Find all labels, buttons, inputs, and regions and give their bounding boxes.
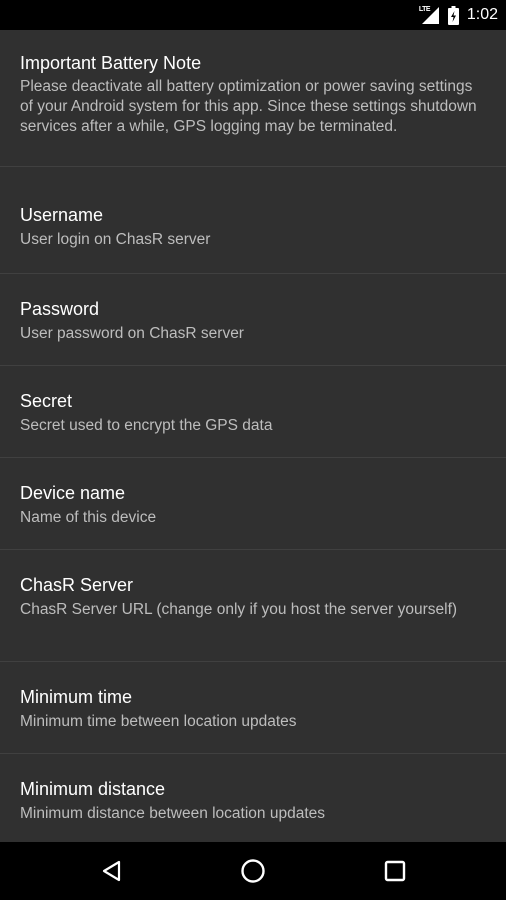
home-circle-icon bbox=[241, 859, 265, 883]
back-triangle-icon bbox=[102, 860, 121, 882]
pref-summary: User password on ChasR server bbox=[20, 325, 244, 342]
status-clock: 1:02 bbox=[466, 6, 498, 23]
battery-note-title: Important Battery Note bbox=[20, 53, 202, 73]
lte-signal-icon: LTE bbox=[418, 5, 440, 25]
pref-summary: Name of this device bbox=[20, 509, 157, 526]
network-type-label: LTE bbox=[418, 6, 431, 13]
battery-note-summary: Please deactivate all battery optimizati… bbox=[20, 78, 477, 135]
pref-secret[interactable]: Secret Secret used to encrypt the GPS da… bbox=[0, 365, 506, 457]
status-bar: LTE 1:02 bbox=[0, 0, 506, 30]
pref-summary: ChasR Server URL (change only if you hos… bbox=[20, 601, 458, 618]
recents-button[interactable] bbox=[355, 842, 435, 900]
pref-minimum-distance[interactable]: Minimum distance Minimum distance betwee… bbox=[0, 753, 506, 842]
pref-summary: Minimum distance between location update… bbox=[20, 805, 326, 822]
pref-password[interactable]: Password User password on ChasR server bbox=[0, 273, 506, 365]
pref-summary: Secret used to encrypt the GPS data bbox=[20, 417, 273, 434]
settings-list: Important Battery Note Please deactivate… bbox=[0, 30, 506, 842]
pref-title: ChasR Server bbox=[20, 575, 134, 595]
pref-summary: User login on ChasR server bbox=[20, 231, 211, 248]
pref-device-name[interactable]: Device name Name of this device bbox=[0, 457, 506, 549]
pref-title: Minimum distance bbox=[20, 779, 166, 799]
pref-title: Username bbox=[20, 205, 104, 225]
back-button[interactable] bbox=[72, 842, 152, 900]
battery-note: Important Battery Note Please deactivate… bbox=[0, 30, 506, 166]
pref-chasr-server[interactable]: ChasR Server ChasR Server URL (change on… bbox=[0, 549, 506, 661]
pref-minimum-time[interactable]: Minimum time Minimum time between locati… bbox=[0, 661, 506, 753]
pref-title: Minimum time bbox=[20, 687, 133, 707]
pref-title: Secret bbox=[20, 391, 73, 411]
pref-username[interactable]: Username User login on ChasR server bbox=[0, 166, 506, 273]
home-button[interactable] bbox=[213, 842, 293, 900]
status-icons: LTE 1:02 bbox=[418, 0, 498, 30]
pref-summary: Minimum time between location updates bbox=[20, 713, 297, 730]
pref-title: Password bbox=[20, 299, 100, 319]
navigation-bar bbox=[0, 842, 506, 900]
pref-title: Device name bbox=[20, 483, 126, 503]
recents-square-icon bbox=[384, 860, 406, 882]
battery-icon bbox=[447, 5, 459, 25]
